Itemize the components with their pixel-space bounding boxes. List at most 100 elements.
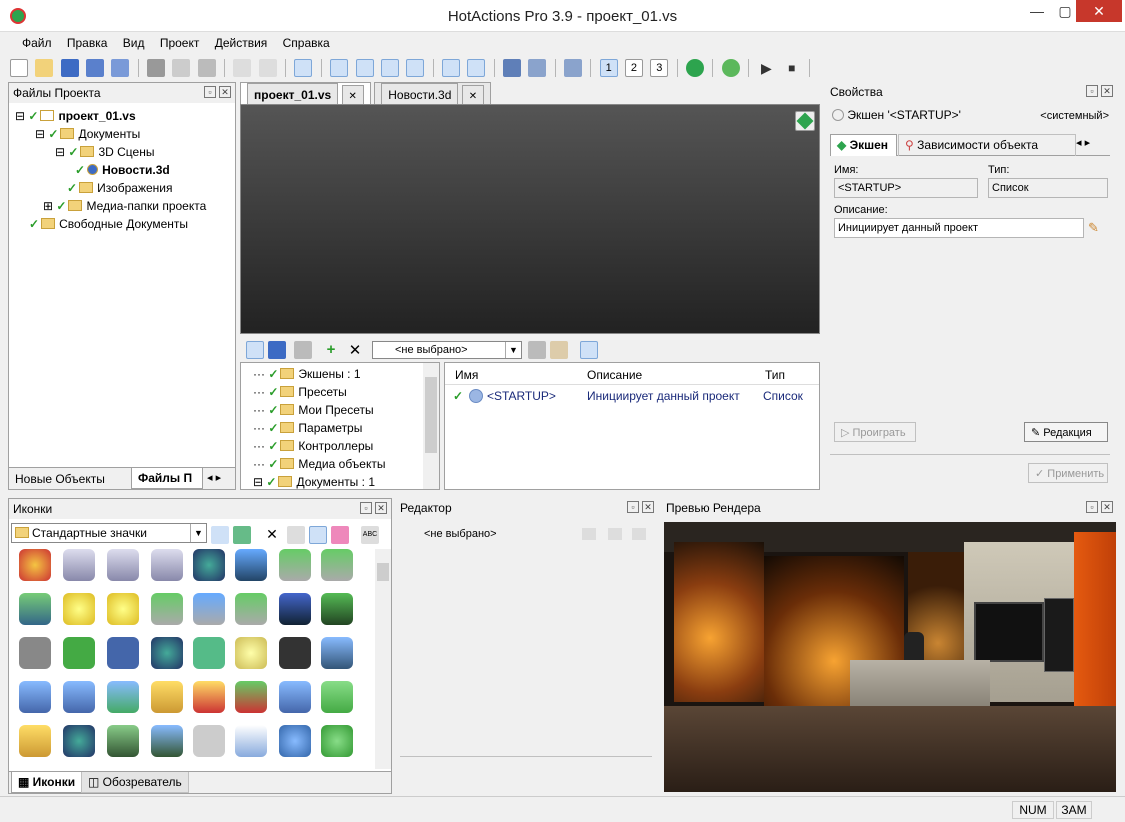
tree-item[interactable]: ··· ✓ Медиа объекты <box>253 455 439 473</box>
panel-close-icon[interactable]: ✕ <box>642 501 654 513</box>
box-icon[interactable] <box>151 725 183 757</box>
tree-item[interactable]: ✓ Изображения <box>15 179 235 197</box>
disk-icon[interactable] <box>63 549 95 581</box>
list-icon[interactable] <box>406 59 425 77</box>
stop-icon[interactable]: ■ <box>783 59 801 77</box>
grid-icon[interactable] <box>380 59 399 77</box>
description-field[interactable]: Инициирует данный проект <box>834 218 1084 238</box>
menu-project[interactable]: Проект <box>154 32 206 54</box>
layout-3-icon[interactable]: 3 <box>650 59 669 77</box>
printer-icon[interactable] <box>193 725 225 757</box>
add-icon[interactable]: + <box>322 341 340 359</box>
refresh-icon[interactable] <box>233 526 251 544</box>
name-field[interactable]: <STARTUP> <box>834 178 978 198</box>
tab-scroll-arrows[interactable]: ◂ ▸ <box>1076 136 1090 149</box>
globe-icon[interactable] <box>151 637 183 669</box>
delete-icon[interactable]: ✕ <box>346 341 364 359</box>
save-all-icon[interactable] <box>86 59 105 77</box>
router-icon[interactable] <box>279 637 311 669</box>
tree-item[interactable]: ··· ✓ Параметры <box>253 419 439 437</box>
properties-icon[interactable] <box>467 59 486 77</box>
action-select[interactable]: <не выбрано> ▼ <box>372 341 522 359</box>
menu-edit[interactable]: Правка <box>61 32 114 54</box>
bulb-icon[interactable] <box>235 637 267 669</box>
user-icon[interactable] <box>279 725 311 757</box>
action-icon[interactable] <box>795 111 815 131</box>
tree-item[interactable]: ⊟ ✓ Документы : 1 <box>253 473 439 491</box>
menu-file[interactable]: Файл <box>16 32 58 54</box>
search-icon[interactable] <box>211 526 229 544</box>
star-icon[interactable] <box>107 593 139 625</box>
paste-icon[interactable] <box>197 59 216 77</box>
tray-icon[interactable] <box>193 593 225 625</box>
close-button[interactable]: ✕ <box>1076 0 1122 22</box>
search-icon[interactable] <box>294 59 313 77</box>
tab-project-doc[interactable]: проект_01.vs ✕ <box>240 82 371 107</box>
download-icon[interactable] <box>321 549 353 581</box>
view-1-icon[interactable] <box>330 59 349 77</box>
folder-icon[interactable] <box>63 681 95 713</box>
preview-icon[interactable] <box>502 59 521 77</box>
disk-icon[interactable] <box>151 549 183 581</box>
tray-icon[interactable] <box>151 593 183 625</box>
save-icon[interactable] <box>608 528 622 540</box>
tree-item[interactable]: ⊟ ✓ 3D Сцены <box>15 143 235 161</box>
monitor-icon[interactable] <box>563 59 582 77</box>
tools-icon[interactable] <box>528 341 546 359</box>
globe-icon[interactable] <box>63 725 95 757</box>
open-folder-icon[interactable] <box>632 528 646 540</box>
play-icon[interactable]: ▶ <box>757 59 775 77</box>
text-icon[interactable]: ABC <box>361 526 379 544</box>
tree-item[interactable]: ··· ✓ Мои Пресеты <box>253 401 439 419</box>
tray-icon[interactable] <box>235 593 267 625</box>
folder-icon[interactable] <box>19 725 51 757</box>
edit-button[interactable]: ✎ Редакция <box>1024 422 1108 442</box>
box-icon[interactable] <box>107 725 139 757</box>
monitor-icon[interactable] <box>321 637 353 669</box>
tab-news-doc[interactable]: Новости.3d ✕ <box>374 82 492 107</box>
panel-restore-icon[interactable]: ▫ <box>1086 501 1098 513</box>
folder-up-icon[interactable] <box>582 528 596 540</box>
settings-icon[interactable] <box>111 59 130 77</box>
folder-up-icon[interactable] <box>294 341 312 359</box>
tab-new-objects[interactable]: Новые Объекты <box>11 470 109 488</box>
picture-icon[interactable] <box>235 549 267 581</box>
delete-icon[interactable]: ✕ <box>263 526 281 544</box>
panel-restore-icon[interactable]: ▫ <box>204 86 216 98</box>
new-action-icon[interactable] <box>246 341 264 359</box>
redo-icon[interactable] <box>258 59 277 77</box>
scrollbar[interactable] <box>423 363 439 489</box>
gamepad-icon[interactable] <box>19 637 51 669</box>
tab-action[interactable]: ◆ Экшен <box>830 134 898 156</box>
folder-icon[interactable] <box>235 681 267 713</box>
gamepad-icon[interactable] <box>63 637 95 669</box>
table-row[interactable]: ✓ <STARTUP> Инициирует данный проект Спи… <box>445 385 819 407</box>
render-icon[interactable] <box>528 59 547 77</box>
tab-project-files[interactable]: Файлы П <box>131 468 203 489</box>
pencil-icon[interactable]: ✎ <box>1088 220 1104 236</box>
floppy-icon[interactable] <box>279 593 311 625</box>
tree-item[interactable]: ⊟ ✓ Документы <box>15 125 235 143</box>
menu-actions[interactable]: Действия <box>209 32 274 54</box>
folder-icon[interactable] <box>193 681 225 713</box>
icon-set-select[interactable]: Стандартные значки ▼ <box>11 523 207 543</box>
action-icon[interactable] <box>686 59 704 77</box>
menu-view[interactable]: Вид <box>117 32 151 54</box>
clock-icon[interactable] <box>235 725 267 757</box>
panel-close-icon[interactable]: ✕ <box>1101 85 1113 97</box>
panel-restore-icon[interactable]: ▫ <box>1086 85 1098 97</box>
edit-icon[interactable] <box>441 59 460 77</box>
panel-restore-icon[interactable]: ▫ <box>360 502 372 514</box>
download-icon[interactable] <box>279 549 311 581</box>
minimize-button[interactable]: — <box>1020 0 1054 22</box>
large-icons-icon[interactable] <box>331 526 349 544</box>
small-icons-icon[interactable] <box>287 526 305 544</box>
play-button[interactable]: ▷ Проиграть <box>834 422 916 442</box>
column-header-name[interactable]: Имя <box>455 368 478 382</box>
folder-icon[interactable] <box>19 681 51 713</box>
tree-item[interactable]: ··· ✓ Контроллеры <box>253 437 439 455</box>
globe-icon[interactable] <box>193 549 225 581</box>
undo-icon[interactable] <box>233 59 252 77</box>
star-icon[interactable] <box>63 593 95 625</box>
ball-icon[interactable] <box>19 549 51 581</box>
